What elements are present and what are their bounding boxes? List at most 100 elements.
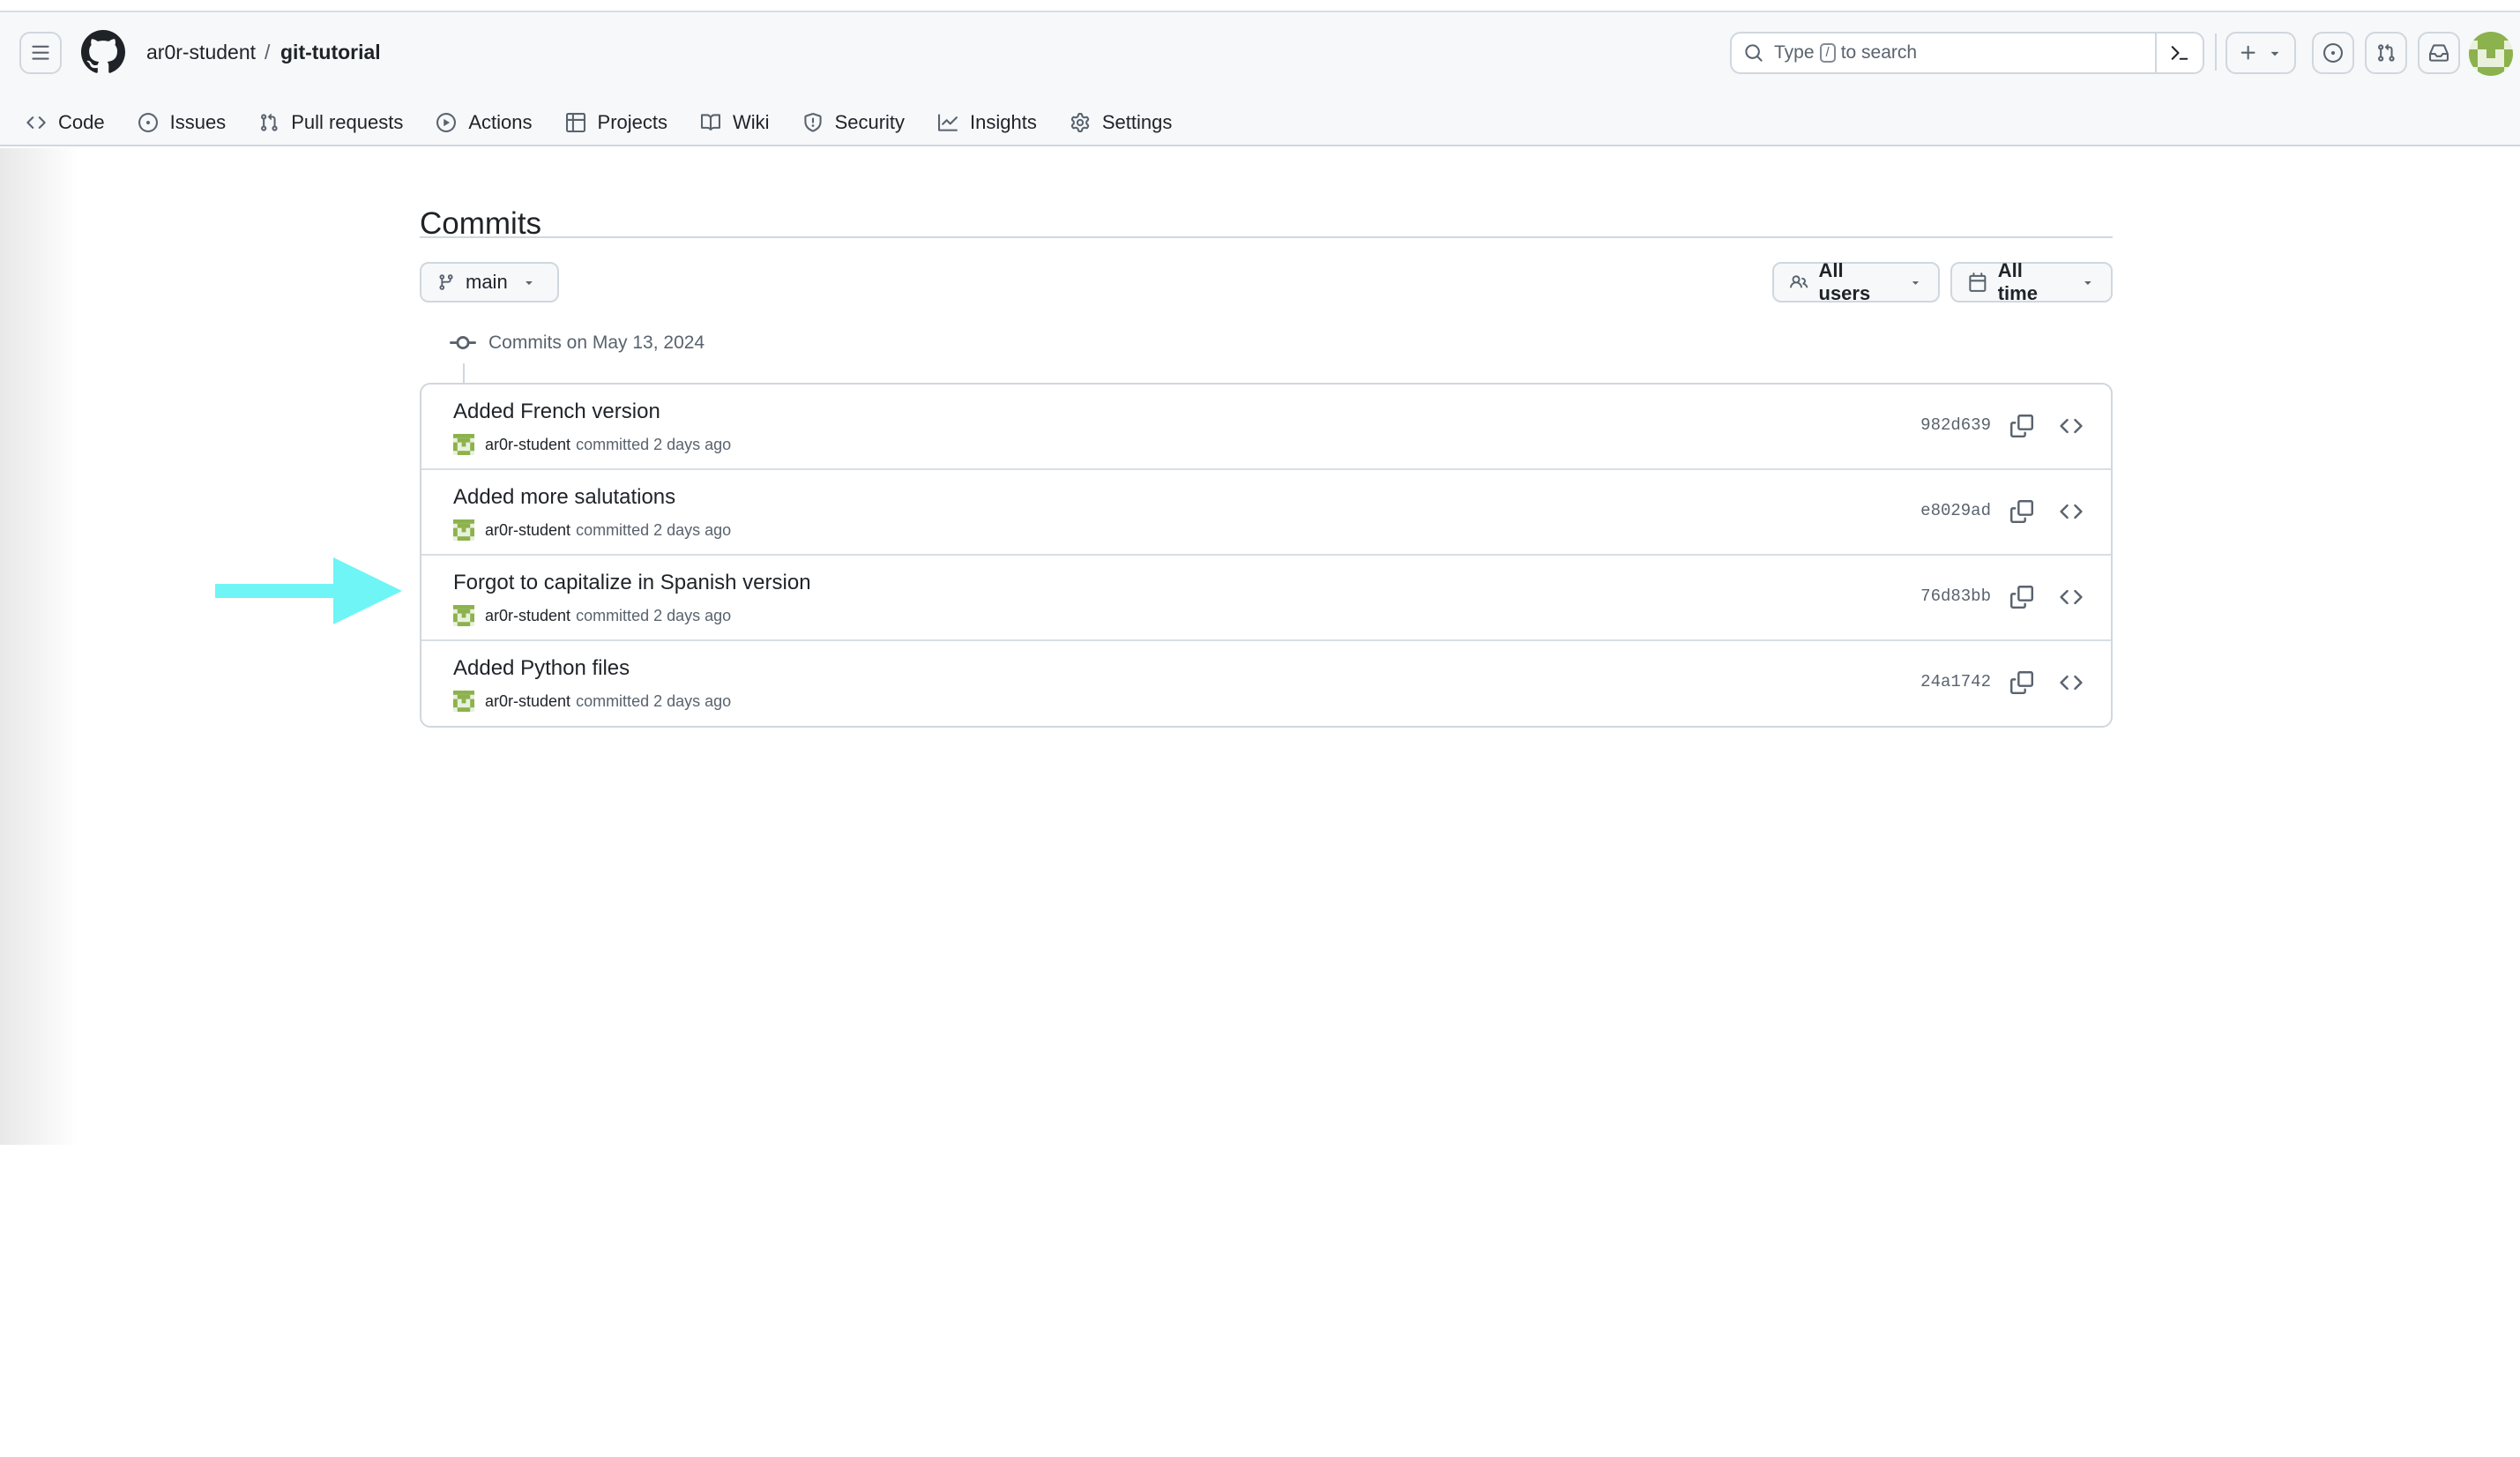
triangle-down-icon	[2270, 51, 2279, 56]
commit-message-link[interactable]: Added Python files	[453, 655, 630, 682]
commit-message-link[interactable]: Added more salutations	[453, 484, 675, 511]
tab-insights[interactable]: Insights	[938, 111, 1037, 134]
commit-row: Added Python files ar0r-student committe…	[421, 641, 2111, 726]
author-avatar[interactable]	[453, 519, 474, 541]
code-icon[interactable]	[2060, 671, 2083, 694]
tab-settings[interactable]: Settings	[1070, 111, 1173, 134]
inbox-button[interactable]	[2418, 32, 2460, 74]
commit-author-link[interactable]: ar0r-student	[485, 692, 570, 711]
commit-meta: ar0r-student committed 2 days ago	[453, 605, 731, 626]
shield-icon	[803, 113, 822, 132]
author-avatar[interactable]	[453, 691, 474, 712]
hamburger-icon	[32, 45, 49, 60]
people-icon	[1790, 275, 1808, 288]
code-icon[interactable]	[2060, 500, 2083, 523]
users-filter-label: All users	[1818, 259, 1871, 304]
triangle-down-icon	[526, 281, 533, 285]
issues-shortcut-button[interactable]	[2312, 32, 2354, 74]
window-top-strip	[0, 0, 2520, 12]
commit-sha-link[interactable]: 24a1742	[1920, 672, 1991, 691]
triangle-down-icon	[2084, 281, 2091, 285]
gear-icon	[1070, 113, 1090, 132]
commit-sha-link[interactable]: 982d639	[1920, 415, 1991, 435]
time-filter-label: All time	[1997, 259, 2038, 304]
tab-wiki-label: Wiki	[733, 111, 770, 133]
copy-icon[interactable]	[2010, 415, 2033, 437]
annotation-arrow-head	[333, 557, 402, 624]
commit-author-link[interactable]: ar0r-student	[485, 607, 570, 625]
commit-group-date: Commits on May 13, 2024	[488, 332, 705, 353]
tab-actions[interactable]: Actions	[436, 111, 533, 134]
tab-projects[interactable]: Projects	[565, 111, 668, 134]
commit-row: Forgot to capitalize in Spanish version …	[421, 556, 2111, 641]
tab-settings-label: Settings	[1101, 111, 1173, 133]
annotation-arrow-icon	[215, 557, 402, 624]
commit-time: committed 2 days ago	[576, 606, 732, 624]
commit-author-link[interactable]: ar0r-student	[485, 521, 570, 540]
author-avatar[interactable]	[453, 605, 474, 626]
repo-nav: Code Issues Pull requests Actions Projec…	[26, 101, 1205, 145]
copy-icon[interactable]	[2010, 586, 2033, 609]
breadcrumb-separator: /	[265, 41, 271, 64]
code-icon[interactable]	[2060, 586, 2083, 609]
tab-code-label: Code	[58, 111, 105, 133]
commit-time: committed 2 days ago	[576, 520, 732, 539]
search-icon	[1745, 44, 1763, 62]
copy-icon[interactable]	[2010, 500, 2033, 523]
breadcrumb-repo[interactable]: git-tutorial	[280, 39, 381, 65]
commit-row: Added more salutations ar0r-student comm…	[421, 470, 2111, 556]
users-filter-button[interactable]: All users	[1772, 259, 1940, 304]
commit-author-link[interactable]: ar0r-student	[485, 436, 570, 454]
table-icon	[565, 113, 585, 132]
pull-requests-shortcut-button[interactable]	[2365, 32, 2407, 74]
issue-opened-icon	[2323, 43, 2343, 63]
tab-issues[interactable]: Issues	[138, 111, 227, 134]
create-new-button[interactable]	[2226, 32, 2296, 74]
identicon-icon	[2469, 32, 2513, 76]
commit-group-heading: Commits on May 13, 2024	[450, 330, 705, 356]
annotation-arrow-shaft	[215, 584, 339, 598]
breadcrumb-owner[interactable]: ar0r-student	[146, 39, 256, 65]
commit-sha-link[interactable]: 76d83bb	[1920, 587, 1991, 606]
commit-meta: ar0r-student committed 2 days ago	[453, 434, 731, 455]
code-icon[interactable]	[2060, 415, 2083, 437]
code-icon	[26, 116, 46, 129]
left-edge-shadow	[0, 148, 79, 1145]
tab-pull-requests[interactable]: Pull requests	[259, 111, 403, 134]
time-filter-button[interactable]: All time	[1950, 259, 2113, 304]
commit-time: committed 2 days ago	[576, 435, 732, 453]
branch-select-label: main	[466, 271, 508, 293]
github-logo-icon[interactable]	[81, 30, 125, 74]
commit-time: committed 2 days ago	[576, 691, 732, 710]
issue-opened-icon	[138, 113, 158, 132]
play-icon	[436, 113, 457, 132]
header-divider	[2215, 34, 2217, 71]
git-branch-icon	[439, 274, 453, 290]
tab-security[interactable]: Security	[803, 111, 905, 134]
user-avatar[interactable]	[2469, 32, 2513, 76]
tab-actions-label: Actions	[468, 111, 533, 133]
tab-projects-label: Projects	[597, 111, 668, 133]
command-palette-button[interactable]	[2155, 34, 2203, 72]
timeline-line	[463, 363, 465, 383]
branch-select-button[interactable]: main	[420, 262, 559, 303]
search-input[interactable]: Type / to search	[1730, 32, 2204, 74]
copy-icon[interactable]	[2010, 671, 2033, 694]
tab-issues-label: Issues	[169, 111, 227, 133]
commit-message-link[interactable]: Forgot to capitalize in Spanish version	[453, 570, 811, 596]
tab-wiki[interactable]: Wiki	[701, 111, 770, 134]
repo-header: ar0r-student / git-tutorial Type / to se…	[0, 12, 2520, 146]
tab-code[interactable]: Code	[26, 111, 105, 134]
book-icon	[701, 114, 721, 131]
menu-button[interactable]	[19, 32, 62, 74]
title-divider	[420, 236, 2113, 238]
commit-sha-link[interactable]: e8029ad	[1920, 501, 1991, 520]
commit-message-link[interactable]: Added French version	[453, 399, 660, 425]
author-avatar[interactable]	[453, 434, 474, 455]
commit-row: Added French version ar0r-student commit…	[421, 385, 2111, 470]
git-commit-icon	[450, 336, 476, 350]
tab-security-label: Security	[834, 111, 906, 133]
commit-meta: ar0r-student committed 2 days ago	[453, 519, 731, 541]
commit-list: Added French version ar0r-student commit…	[420, 383, 2113, 728]
plus-icon	[2240, 45, 2255, 60]
